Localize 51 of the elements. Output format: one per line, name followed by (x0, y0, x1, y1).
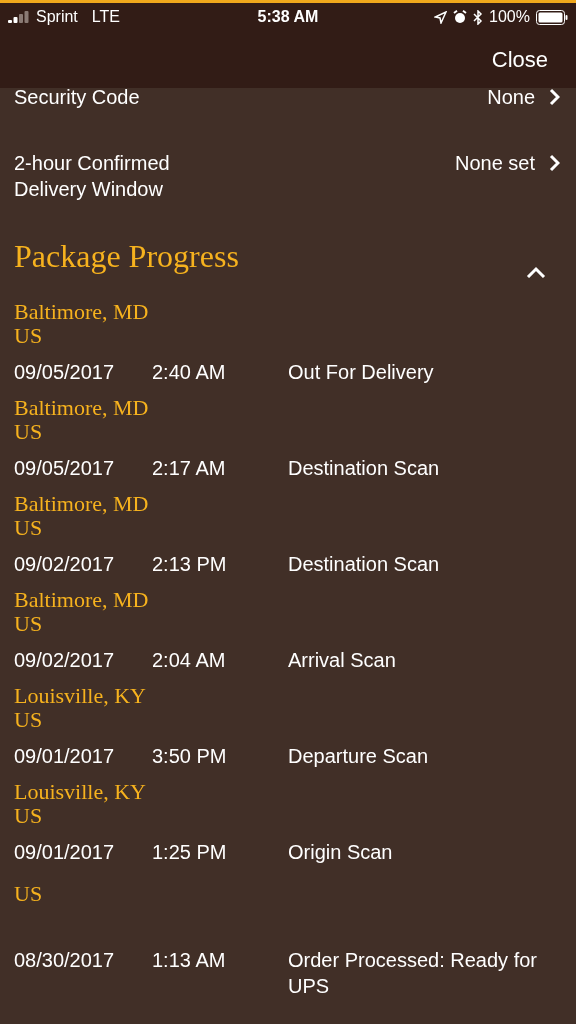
event-date: 09/01/2017 (14, 744, 116, 769)
setting-value[interactable]: None (487, 84, 535, 110)
event-activity: Destination Scan (288, 552, 441, 577)
event-date: 09/05/2017 (14, 360, 116, 385)
event-city: Louisville, KY (14, 684, 147, 708)
section-title: Package Progress (14, 237, 239, 275)
event-time: 3:50 PM (152, 744, 228, 769)
location-arrow-icon (434, 10, 448, 24)
event-country: US (14, 882, 44, 906)
battery-percent: 100% (489, 8, 530, 26)
event-time: 2:17 AM (152, 456, 227, 481)
setting-value[interactable]: None set (454, 150, 535, 176)
event-city: Baltimore, MD (14, 492, 150, 516)
event-city: Baltimore, MD (14, 588, 150, 612)
event-country: US (14, 420, 44, 444)
event-country: US (14, 708, 44, 732)
event-time: 2:13 PM (152, 552, 228, 577)
event-country: US (14, 324, 44, 348)
carrier-name: Sprint (36, 8, 78, 26)
event-time: 2:04 AM (152, 648, 227, 673)
event-date: 09/05/2017 (14, 456, 116, 481)
signal-icon (8, 11, 30, 23)
network-type: LTE (91, 8, 120, 26)
bluetooth-icon (473, 9, 484, 25)
event-activity: Out For Delivery (288, 360, 435, 385)
event-city: Louisville, KY (14, 780, 147, 804)
event-activity: Destination Scan (288, 456, 441, 481)
event-country: US (14, 612, 44, 636)
event-activity: Origin Scan (288, 840, 394, 865)
close-button[interactable]: Close (491, 46, 548, 73)
event-city: Baltimore, MD (14, 396, 150, 420)
alarm-icon (453, 10, 468, 24)
event-activity: Arrival Scan (288, 648, 397, 673)
clock-time: 5:38 AM (257, 8, 319, 26)
setting-label: Security Code (14, 85, 141, 110)
event-date: 09/01/2017 (14, 840, 116, 865)
event-date: 09/02/2017 (14, 552, 116, 577)
chevron-right-icon[interactable] (549, 154, 560, 172)
setting-label: 2-hour Confirmed Delivery Window (14, 151, 171, 202)
event-time: 1:13 AM (152, 948, 227, 973)
event-activity: Order Processed: Ready for UPS (288, 948, 538, 999)
event-date: 08/30/2017 (14, 948, 116, 973)
event-country: US (14, 516, 44, 540)
event-activity: Departure Scan (288, 744, 430, 769)
event-city: Baltimore, MD (14, 300, 150, 324)
event-date: 09/02/2017 (14, 648, 116, 673)
battery-icon (536, 9, 568, 25)
event-time: 2:40 AM (152, 360, 227, 385)
event-country: US (14, 804, 44, 828)
event-time: 1:25 PM (152, 840, 228, 865)
chevron-right-icon[interactable] (549, 88, 560, 106)
